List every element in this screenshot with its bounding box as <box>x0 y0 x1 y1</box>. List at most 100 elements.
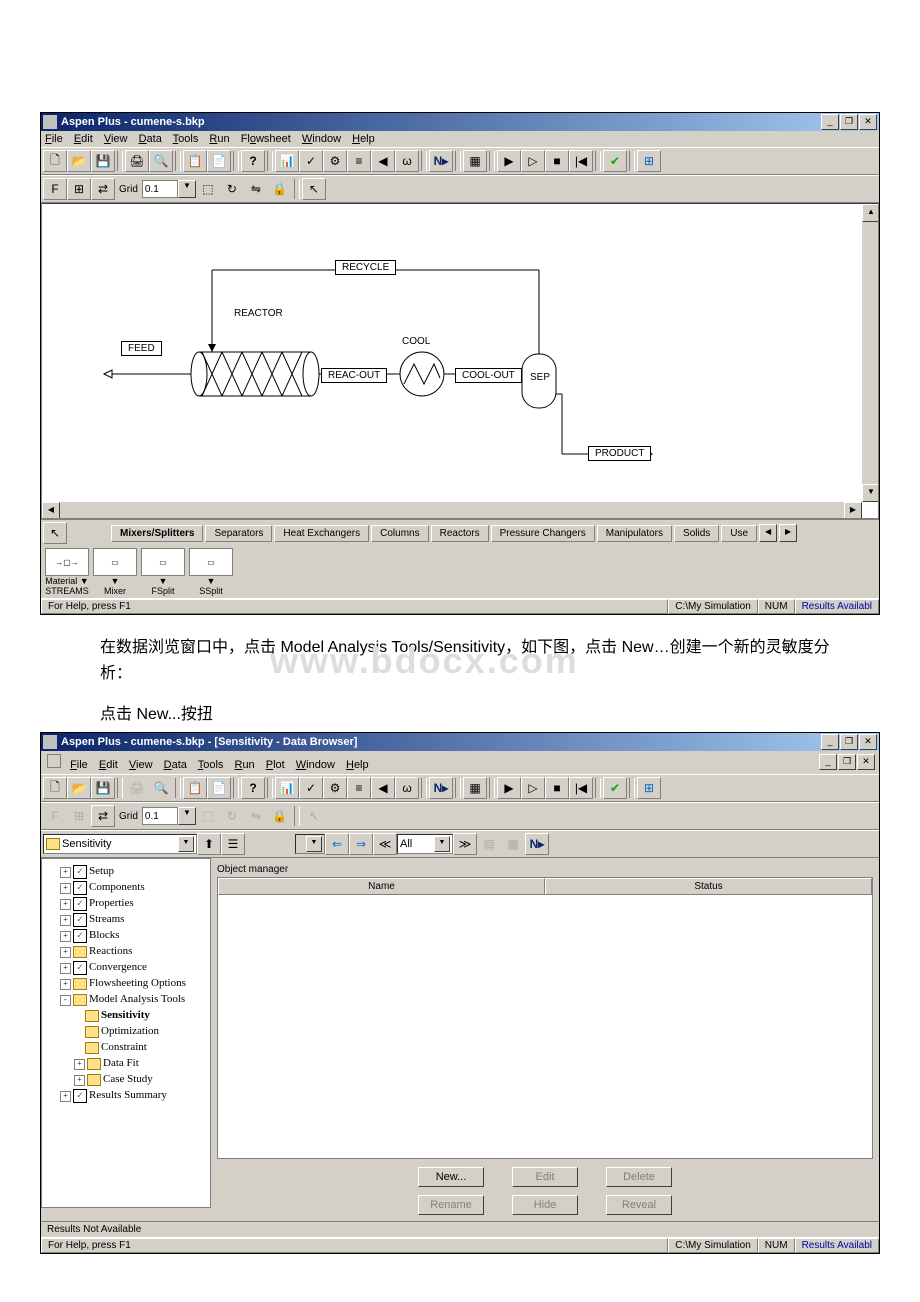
ffwd-icon[interactable]: ≪ <box>373 833 397 855</box>
save-icon[interactable]: 💾 <box>91 150 115 172</box>
tree-item[interactable]: +✓Convergence <box>46 959 206 975</box>
titlebar[interactable]: Aspen Plus - cumene-s.bkp _ ❐ ✕ <box>41 113 879 131</box>
menubar[interactable]: File Edit View Data Tools Run Flowsheet … <box>41 131 879 147</box>
save-icon-2[interactable]: 💾 <box>91 777 115 799</box>
stop-icon[interactable]: ■ <box>545 150 569 172</box>
tab-solids[interactable]: Solids <box>674 525 719 542</box>
tree-item[interactable]: Optimization <box>46 1023 206 1039</box>
rewind-icon[interactable]: |◀ <box>569 150 593 172</box>
vscrollbar[interactable]: ▲ ▼ <box>862 204 878 502</box>
tab-pressure[interactable]: Pressure Changers <box>491 525 595 542</box>
print-icon[interactable]: 🖨 <box>125 150 149 172</box>
lock-icon[interactable]: 🔒 <box>268 178 292 200</box>
menu-data-2[interactable]: Data <box>164 759 187 771</box>
child-max-button[interactable]: ❐ <box>838 754 856 770</box>
tree-item[interactable]: +✓Components <box>46 879 206 895</box>
minimize-button[interactable]: _ <box>821 114 839 130</box>
tree-item[interactable]: Constraint <box>46 1039 206 1055</box>
menu-edit-2[interactable]: Edit <box>99 759 118 771</box>
tree-item[interactable]: +Reactions <box>46 943 206 959</box>
menu-tools-2[interactable]: Tools <box>198 759 224 771</box>
help-icon-2[interactable]: ? <box>241 777 265 799</box>
menubar-2[interactable]: File Edit View Data Tools Run Plot Windo… <box>43 752 817 773</box>
tab-reactors[interactable]: Reactors <box>431 525 489 542</box>
menu-window[interactable]: Window <box>302 133 341 145</box>
connect-icon[interactable]: ⇄ <box>91 178 115 200</box>
tool3-icon[interactable]: ≡ <box>347 150 371 172</box>
browser-icon[interactable]: 📊 <box>275 150 299 172</box>
grid-input-2[interactable] <box>142 807 178 825</box>
child-min-button[interactable]: _ <box>819 754 837 770</box>
forward-icon[interactable]: ⇒ <box>349 833 373 855</box>
tool1-icon-2[interactable]: ✓ <box>299 777 323 799</box>
new-button[interactable]: New... <box>418 1167 484 1187</box>
scroll-right-icon[interactable]: ▶ <box>844 502 862 519</box>
tool5-icon[interactable]: ω <box>395 150 419 172</box>
menu-help[interactable]: Help <box>352 133 375 145</box>
stream-icon[interactable]: F <box>43 178 67 200</box>
menu-view[interactable]: View <box>104 133 128 145</box>
step-icon[interactable]: ▷ <box>521 150 545 172</box>
menu-edit[interactable]: Edit <box>74 133 93 145</box>
tabs-right-icon[interactable]: ▶ <box>779 524 797 542</box>
tool4-icon-2[interactable]: ◀ <box>371 777 395 799</box>
tree-item[interactable]: +Case Study <box>46 1071 206 1087</box>
tool1-icon[interactable]: ✓ <box>299 150 323 172</box>
tool4-icon[interactable]: ◀ <box>371 150 395 172</box>
grid-input[interactable] <box>142 180 178 198</box>
grid-icon[interactable]: ⊞ <box>67 178 91 200</box>
paste-icon[interactable]: 📄 <box>207 150 231 172</box>
hscrollbar[interactable]: ◀ ▶ <box>42 502 862 518</box>
rewind-icon-2[interactable]: |◀ <box>569 777 593 799</box>
tree-item[interactable]: -Model Analysis Tools <box>46 991 206 1007</box>
menu-plot[interactable]: Plot <box>266 759 285 771</box>
flowsheet-canvas[interactable]: RECYCLE REACTOR FEED REAC-OUT COOL COOL-… <box>41 203 879 519</box>
tab-separators[interactable]: Separators <box>205 525 272 542</box>
menu-file-2[interactable]: File <box>70 759 88 771</box>
fsplit-icon[interactable]: ▭ <box>141 548 185 576</box>
next-icon-2[interactable]: N▸ <box>429 777 453 799</box>
menu-run[interactable]: Run <box>209 133 229 145</box>
tabs-left-icon[interactable]: ◀ <box>759 524 777 542</box>
location-combo[interactable]: Sensitivity ▼ <box>43 834 197 854</box>
connect-icon-2[interactable]: ⇄ <box>91 805 115 827</box>
menu-file[interactable]: File <box>45 133 63 145</box>
titlebar-2[interactable]: Aspen Plus - cumene-s.bkp - [Sensitivity… <box>41 733 879 751</box>
mixer-icon[interactable]: ▭ <box>93 548 137 576</box>
menu-view-2[interactable]: View <box>129 759 153 771</box>
preview-icon[interactable]: 🔍 <box>149 150 173 172</box>
run-icon[interactable]: ▶ <box>497 150 521 172</box>
menu-flowsheet[interactable]: Flowsheet <box>241 133 291 145</box>
scroll-up-icon[interactable]: ▲ <box>862 204 879 222</box>
menu-data[interactable]: Data <box>139 133 162 145</box>
new-icon[interactable]: 🗋 <box>43 150 67 172</box>
scroll-left-icon[interactable]: ◀ <box>42 502 60 519</box>
maximize-button-2[interactable]: ❐ <box>840 734 858 750</box>
copy-icon[interactable]: 📋 <box>183 150 207 172</box>
close-button[interactable]: ✕ <box>859 114 877 130</box>
help-icon[interactable]: ? <box>241 150 265 172</box>
tab-mixers[interactable]: Mixers/Splitters <box>111 525 203 542</box>
tree-item[interactable]: +Flowsheeting Options <box>46 975 206 991</box>
maximize-button[interactable]: ❐ <box>840 114 858 130</box>
tree-item[interactable]: +✓Results Summary <box>46 1087 206 1103</box>
check-icon[interactable]: ✔ <box>603 150 627 172</box>
flip-icon[interactable]: ⇋ <box>244 178 268 200</box>
tree-view[interactable]: +✓Setup+✓Components+✓Properties+✓Streams… <box>41 858 211 1208</box>
tab-manip[interactable]: Manipulators <box>597 525 672 542</box>
menu-help-2[interactable]: Help <box>346 759 369 771</box>
tree-item[interactable]: Sensitivity <box>46 1007 206 1023</box>
tool2-icon[interactable]: ⚙ <box>323 150 347 172</box>
tab-use[interactable]: Use <box>721 525 757 542</box>
object-manager-list[interactable]: Name Status <box>217 877 873 1159</box>
run-icon-2[interactable]: ▶ <box>497 777 521 799</box>
browser-icon-2[interactable]: 📊 <box>275 777 299 799</box>
new-icon-2[interactable]: 🗋 <box>43 777 67 799</box>
arrow-icon[interactable]: ↖ <box>43 522 67 544</box>
menu-window-2[interactable]: Window <box>296 759 335 771</box>
ff-icon[interactable]: ≫ <box>453 833 477 855</box>
filter-combo[interactable]: All ▼ <box>397 834 453 854</box>
hierarchy-icon[interactable]: ⊞ <box>637 150 661 172</box>
paste-icon-2[interactable]: 📄 <box>207 777 231 799</box>
align-icon[interactable]: ⬚ <box>196 178 220 200</box>
